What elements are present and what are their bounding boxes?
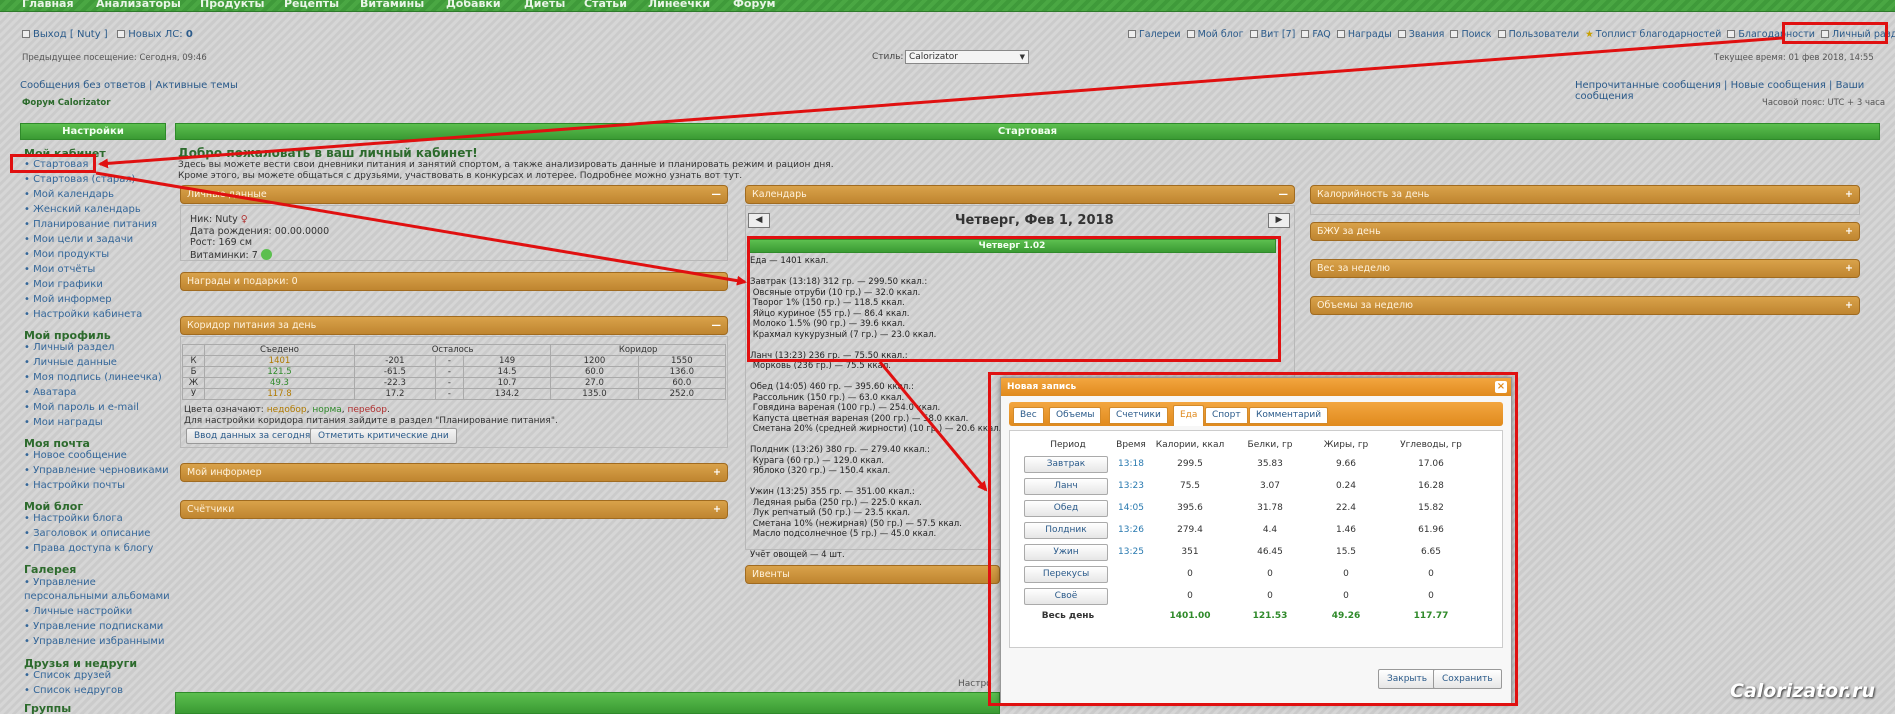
watermark: Calorizator.ru — [1730, 680, 1876, 702]
arrow-to-dialog — [878, 361, 988, 492]
annotation-arrows — [95, 36, 1783, 492]
arrow-to-diary — [95, 171, 747, 286]
arrow-to-start — [98, 36, 1783, 169]
